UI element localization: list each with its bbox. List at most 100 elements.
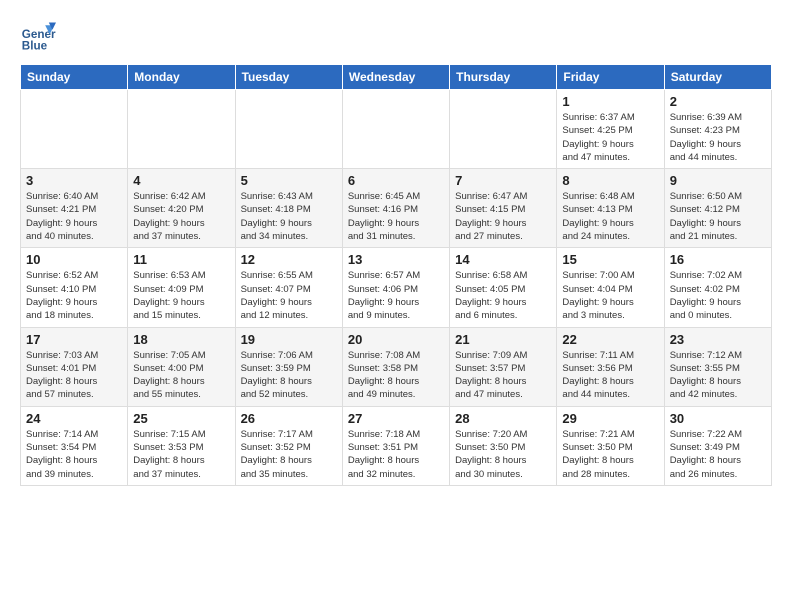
weekday-header-tuesday: Tuesday (235, 65, 342, 90)
calendar-cell: 11 Sunrise: 6:53 AM Sunset: 4:09 PM Dayli… (128, 248, 235, 327)
logo: General Blue (20, 18, 62, 54)
day-number: 20 (348, 332, 444, 347)
weekday-header-row: SundayMondayTuesdayWednesdayThursdayFrid… (21, 65, 772, 90)
calendar-cell: 14 Sunrise: 6:58 AM Sunset: 4:05 PM Dayli… (450, 248, 557, 327)
calendar-cell (128, 90, 235, 169)
day-info: Sunrise: 7:14 AM Sunset: 3:54 PM Dayligh… (26, 428, 122, 481)
day-info: Sunrise: 7:21 AM Sunset: 3:50 PM Dayligh… (562, 428, 658, 481)
day-number: 7 (455, 173, 551, 188)
calendar-cell: 5Sunrise: 6:43 AM Sunset: 4:18 PM Daylig… (235, 169, 342, 248)
day-number: 23 (670, 332, 766, 347)
calendar-cell: 10 Sunrise: 6:52 AM Sunset: 4:10 PM Dayli… (21, 248, 128, 327)
day-number: 28 (455, 411, 551, 426)
day-number: 26 (241, 411, 337, 426)
day-number: 17 (26, 332, 122, 347)
day-info: Sunrise: 7:00 AM Sunset: 4:04 PM Dayligh… (562, 269, 658, 322)
calendar-week-5: 24 Sunrise: 7:14 AM Sunset: 3:54 PM Dayli… (21, 406, 772, 485)
day-info: Sunrise: 6:57 AM Sunset: 4:06 PM Dayligh… (348, 269, 444, 322)
day-info: Sunrise: 7:03 AM Sunset: 4:01 PM Dayligh… (26, 349, 122, 402)
day-info: Sunrise: 7:02 AM Sunset: 4:02 PM Dayligh… (670, 269, 766, 322)
day-info: Sunrise: 7:05 AM Sunset: 4:00 PM Dayligh… (133, 349, 229, 402)
calendar-cell: 13 Sunrise: 6:57 AM Sunset: 4:06 PM Dayli… (342, 248, 449, 327)
day-number: 29 (562, 411, 658, 426)
day-info: Sunrise: 6:39 AM Sunset: 4:23 PM Dayligh… (670, 111, 766, 164)
day-info: Sunrise: 7:15 AM Sunset: 3:53 PM Dayligh… (133, 428, 229, 481)
day-info: Sunrise: 6:53 AM Sunset: 4:09 PM Dayligh… (133, 269, 229, 322)
day-info: Sunrise: 7:22 AM Sunset: 3:49 PM Dayligh… (670, 428, 766, 481)
calendar-cell: 18 Sunrise: 7:05 AM Sunset: 4:00 PM Dayli… (128, 327, 235, 406)
day-info: Sunrise: 6:58 AM Sunset: 4:05 PM Dayligh… (455, 269, 551, 322)
calendar-cell: 12 Sunrise: 6:55 AM Sunset: 4:07 PM Dayli… (235, 248, 342, 327)
day-info: Sunrise: 6:52 AM Sunset: 4:10 PM Dayligh… (26, 269, 122, 322)
day-info: Sunrise: 6:50 AM Sunset: 4:12 PM Dayligh… (670, 190, 766, 243)
calendar-cell: 28Sunrise: 7:20 AM Sunset: 3:50 PM Dayli… (450, 406, 557, 485)
calendar-week-3: 10 Sunrise: 6:52 AM Sunset: 4:10 PM Dayli… (21, 248, 772, 327)
calendar-cell: 2 Sunrise: 6:39 AM Sunset: 4:23 PM Daylig… (664, 90, 771, 169)
weekday-header-thursday: Thursday (450, 65, 557, 90)
calendar-cell: 26 Sunrise: 7:17 AM Sunset: 3:52 PM Dayli… (235, 406, 342, 485)
day-number: 13 (348, 252, 444, 267)
calendar-cell: 6 Sunrise: 6:45 AM Sunset: 4:16 PM Daylig… (342, 169, 449, 248)
day-info: Sunrise: 7:09 AM Sunset: 3:57 PM Dayligh… (455, 349, 551, 402)
day-info: Sunrise: 6:42 AM Sunset: 4:20 PM Dayligh… (133, 190, 229, 243)
day-number: 2 (670, 94, 766, 109)
calendar-cell: 4Sunrise: 6:42 AM Sunset: 4:20 PM Daylig… (128, 169, 235, 248)
day-info: Sunrise: 7:17 AM Sunset: 3:52 PM Dayligh… (241, 428, 337, 481)
day-number: 16 (670, 252, 766, 267)
day-number: 3 (26, 173, 122, 188)
day-info: Sunrise: 6:45 AM Sunset: 4:16 PM Dayligh… (348, 190, 444, 243)
day-number: 19 (241, 332, 337, 347)
calendar-cell: 15 Sunrise: 7:00 AM Sunset: 4:04 PM Dayli… (557, 248, 664, 327)
calendar-cell (235, 90, 342, 169)
day-number: 9 (670, 173, 766, 188)
calendar-cell: 29 Sunrise: 7:21 AM Sunset: 3:50 PM Dayli… (557, 406, 664, 485)
day-number: 14 (455, 252, 551, 267)
day-number: 25 (133, 411, 229, 426)
svg-text:Blue: Blue (22, 40, 48, 53)
calendar-cell: 1 Sunrise: 6:37 AM Sunset: 4:25 PM Daylig… (557, 90, 664, 169)
calendar-cell: 22 Sunrise: 7:11 AM Sunset: 3:56 PM Dayli… (557, 327, 664, 406)
day-info: Sunrise: 6:55 AM Sunset: 4:07 PM Dayligh… (241, 269, 337, 322)
day-number: 6 (348, 173, 444, 188)
calendar-cell: 7 Sunrise: 6:47 AM Sunset: 4:15 PM Daylig… (450, 169, 557, 248)
calendar-cell: 3 Sunrise: 6:40 AM Sunset: 4:21 PM Daylig… (21, 169, 128, 248)
weekday-header-saturday: Saturday (664, 65, 771, 90)
calendar-container: SundayMondayTuesdayWednesdayThursdayFrid… (0, 64, 792, 496)
weekday-header-wednesday: Wednesday (342, 65, 449, 90)
day-number: 30 (670, 411, 766, 426)
day-number: 21 (455, 332, 551, 347)
day-info: Sunrise: 7:08 AM Sunset: 3:58 PM Dayligh… (348, 349, 444, 402)
weekday-header-sunday: Sunday (21, 65, 128, 90)
calendar-week-1: 1 Sunrise: 6:37 AM Sunset: 4:25 PM Daylig… (21, 90, 772, 169)
calendar-week-4: 17 Sunrise: 7:03 AM Sunset: 4:01 PM Dayli… (21, 327, 772, 406)
calendar-cell: 16 Sunrise: 7:02 AM Sunset: 4:02 PM Dayli… (664, 248, 771, 327)
calendar-cell: 8Sunrise: 6:48 AM Sunset: 4:13 PM Daylig… (557, 169, 664, 248)
day-number: 18 (133, 332, 229, 347)
day-info: Sunrise: 6:40 AM Sunset: 4:21 PM Dayligh… (26, 190, 122, 243)
day-info: Sunrise: 7:11 AM Sunset: 3:56 PM Dayligh… (562, 349, 658, 402)
calendar-cell: 30 Sunrise: 7:22 AM Sunset: 3:49 PM Dayli… (664, 406, 771, 485)
calendar-cell: 21 Sunrise: 7:09 AM Sunset: 3:57 PM Dayli… (450, 327, 557, 406)
day-number: 10 (26, 252, 122, 267)
calendar-cell: 9 Sunrise: 6:50 AM Sunset: 4:12 PM Daylig… (664, 169, 771, 248)
calendar-cell (21, 90, 128, 169)
day-number: 8 (562, 173, 658, 188)
day-number: 5 (241, 173, 337, 188)
day-info: Sunrise: 6:37 AM Sunset: 4:25 PM Dayligh… (562, 111, 658, 164)
day-number: 11 (133, 252, 229, 267)
calendar-cell: 20 Sunrise: 7:08 AM Sunset: 3:58 PM Dayli… (342, 327, 449, 406)
day-number: 22 (562, 332, 658, 347)
day-number: 24 (26, 411, 122, 426)
calendar-cell: 23Sunrise: 7:12 AM Sunset: 3:55 PM Dayli… (664, 327, 771, 406)
day-number: 27 (348, 411, 444, 426)
calendar-cell: 19 Sunrise: 7:06 AM Sunset: 3:59 PM Dayli… (235, 327, 342, 406)
day-number: 15 (562, 252, 658, 267)
calendar-table: SundayMondayTuesdayWednesdayThursdayFrid… (20, 64, 772, 486)
day-info: Sunrise: 7:06 AM Sunset: 3:59 PM Dayligh… (241, 349, 337, 402)
day-number: 1 (562, 94, 658, 109)
calendar-cell: 24 Sunrise: 7:14 AM Sunset: 3:54 PM Dayli… (21, 406, 128, 485)
day-number: 12 (241, 252, 337, 267)
day-info: Sunrise: 6:47 AM Sunset: 4:15 PM Dayligh… (455, 190, 551, 243)
calendar-cell (342, 90, 449, 169)
day-info: Sunrise: 7:18 AM Sunset: 3:51 PM Dayligh… (348, 428, 444, 481)
